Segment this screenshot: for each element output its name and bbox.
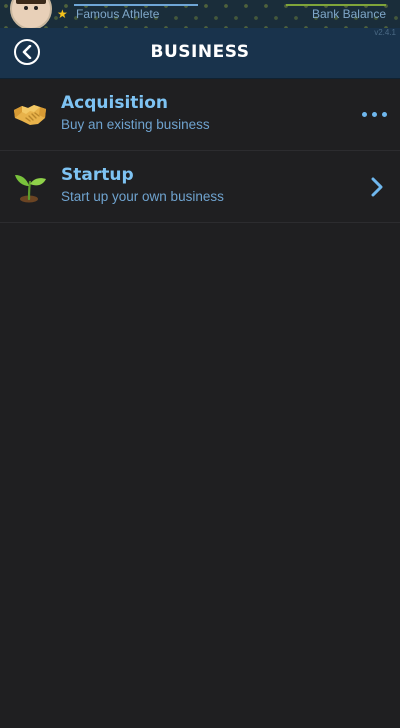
player-name-underline[interactable] xyxy=(74,0,198,6)
item-title: Acquisition xyxy=(61,93,169,113)
more-dots-icon[interactable] xyxy=(362,112,388,118)
status-strip: ★ Famous Athlete Bank Balance xyxy=(0,0,400,28)
avatar-eye-right xyxy=(34,6,38,10)
bank-balance-underline xyxy=(286,0,386,6)
item-title: Startup xyxy=(61,165,134,185)
page-title: BUSINESS xyxy=(150,42,250,62)
version-label: v2.4.1 xyxy=(374,28,396,37)
avatar-hair xyxy=(16,0,46,4)
occupation-label: Famous Athlete xyxy=(76,7,160,21)
sprout-icon xyxy=(15,175,46,203)
star-icon: ★ xyxy=(57,7,68,21)
list-item-acquisition[interactable]: Acquisition Buy an existing business xyxy=(0,79,400,151)
avatar-eye-left xyxy=(24,6,28,10)
business-options-list: Acquisition Buy an existing business Sta… xyxy=(0,79,400,223)
bank-balance-label: Bank Balance xyxy=(311,7,386,21)
item-subtitle: Buy an existing business xyxy=(61,117,210,132)
avatar[interactable] xyxy=(10,0,52,28)
item-subtitle: Start up your own business xyxy=(61,189,224,204)
handshake-icon xyxy=(14,105,46,125)
header-bar: v2.4.1 BUSINESS xyxy=(0,28,400,79)
chevron-right-icon[interactable] xyxy=(370,177,384,197)
list-item-startup[interactable]: Startup Start up your own business xyxy=(0,151,400,223)
